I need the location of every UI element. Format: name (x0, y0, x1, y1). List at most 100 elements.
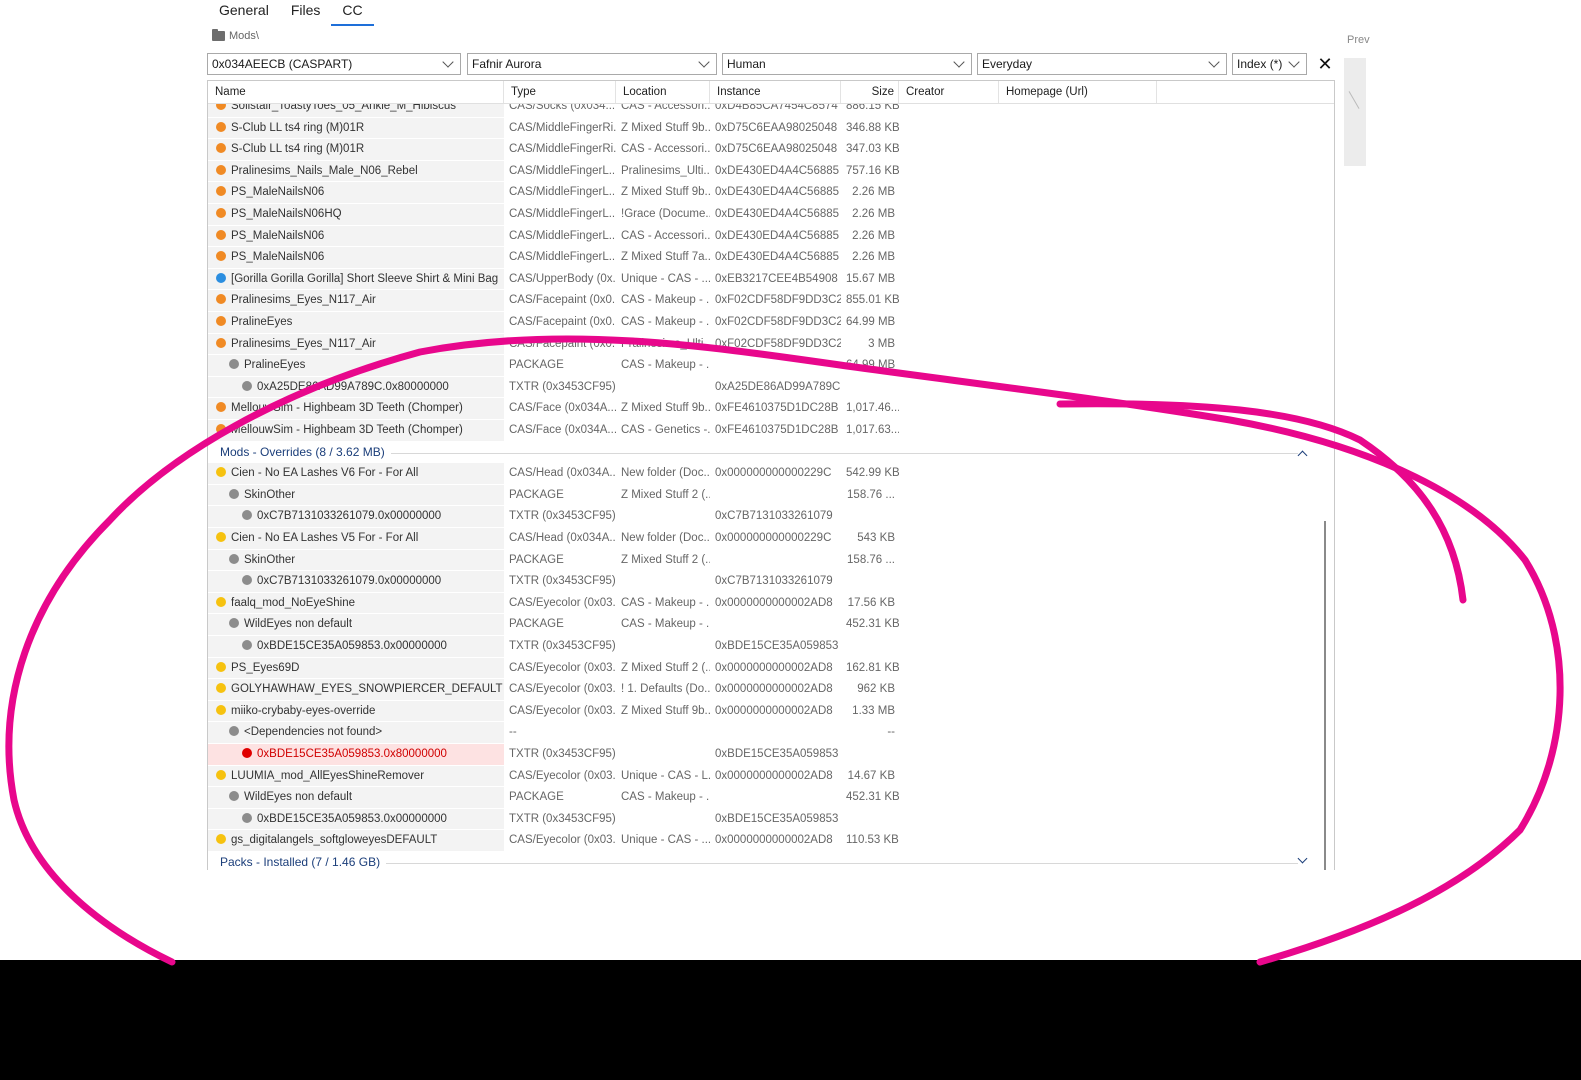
tab-general[interactable]: General (208, 0, 280, 24)
table-row[interactable]: PS_MaleNailsN06CAS/MiddleFingerL...Z Mix… (208, 247, 1334, 269)
close-icon[interactable]: ✕ (1316, 54, 1334, 74)
vertical-scrollbar[interactable] (1324, 521, 1326, 870)
item-name: PS_MaleNailsN06 (231, 251, 324, 263)
table-row[interactable]: GOLYHAWHAW_EYES_SNOWPIERCER_DEFAULTCAS/E… (208, 679, 1334, 701)
table-row[interactable]: Pralinesims_Eyes_N117_AirCAS/Facepaint (… (208, 290, 1334, 312)
cell-name: PralineEyes (208, 312, 504, 334)
breadcrumb-path[interactable]: Mods\ (229, 30, 259, 42)
table-row[interactable]: 0xC7B7131033261079.0x00000000TXTR (0x345… (208, 571, 1334, 593)
cell-size: 1,017.46... (841, 398, 899, 420)
table-row[interactable]: S-Club LL ts4 ring (M)01RCAS/MiddleFinge… (208, 118, 1334, 140)
cell-name: Cien - No EA Lashes V5 For - For All (208, 528, 504, 550)
cell-name: Cien - No EA Lashes V6 For - For All (208, 463, 504, 485)
table-row[interactable]: gs_digitalangels_softgloweyesDEFAULTCAS/… (208, 830, 1334, 852)
cell-instance: 0xBDE15CE35A059853 (710, 744, 841, 766)
column-header-homepage[interactable]: Homepage (Url) (999, 81, 1157, 103)
cell-type: CAS/MiddleFingerL... (504, 226, 616, 248)
status-dot-icon (216, 273, 226, 283)
table-row[interactable]: 0xBDE15CE35A059853.0x00000000TXTR (0x345… (208, 809, 1334, 831)
cell-location (616, 506, 710, 528)
cell-type: CAS/Face (0x034A... (504, 420, 616, 442)
cell-instance: 0x0000000000002AD8 (710, 679, 841, 701)
item-name: 0xC7B7131033261079.0x00000000 (257, 510, 441, 522)
item-name: Pralinesims_Nails_Male_N06_Rebel (231, 165, 418, 177)
table-row[interactable]: 0xBDE15CE35A059853.0x00000000TXTR (0x345… (208, 636, 1334, 658)
cell-location: Pralinesims_Ulti... (616, 161, 710, 183)
item-name: WildEyes non default (244, 618, 352, 630)
cell-name: PralineEyes (208, 355, 504, 377)
table-row[interactable]: PS_MaleNailsN06CAS/MiddleFingerL...CAS -… (208, 226, 1334, 248)
cell-name: LUUMIA_mod_AllEyesShineRemover (208, 766, 504, 788)
table-row[interactable]: LUUMIA_mod_AllEyesShineRemoverCAS/Eyecol… (208, 766, 1334, 788)
table-row[interactable]: <Dependencies not found>---- (208, 722, 1334, 744)
table-row[interactable]: SkinOtherPACKAGEZ Mixed Stuff 2 (...158.… (208, 550, 1334, 572)
item-name: 0xBDE15CE35A059853.0x00000000 (257, 813, 447, 825)
cell-instance (710, 614, 841, 636)
cell-name: S-Club LL ts4 ring (M)01R (208, 118, 504, 140)
cell-type: CAS/Face (0x034A... (504, 398, 616, 420)
table-row[interactable]: PS_MaleNailsN06HQCAS/MiddleFingerL...!Gr… (208, 204, 1334, 226)
column-header-instance[interactable]: Instance (710, 81, 841, 103)
tab-cc[interactable]: CC (331, 0, 373, 26)
group-header[interactable]: Mods - Overrides (8 / 3.62 MB) (208, 442, 1334, 464)
cc-list[interactable]: Name Type Location Instance Size Creator… (207, 80, 1335, 870)
table-row[interactable]: WildEyes non defaultPACKAGECAS - Makeup … (208, 787, 1334, 809)
cell-location: Z Mixed Stuff 9b... (616, 701, 710, 723)
outfit-category-select[interactable]: Everyday (977, 53, 1227, 75)
tab-files[interactable]: Files (280, 0, 332, 24)
cell-instance: 0xBDE15CE35A059853 (710, 636, 841, 658)
column-header-location[interactable]: Location (616, 81, 710, 103)
column-header-name[interactable]: Name (208, 81, 504, 103)
status-dot-icon (216, 143, 226, 153)
preview-label: Prev (1347, 34, 1370, 46)
table-row[interactable]: [Gorilla Gorilla Gorilla] Short Sleeve S… (208, 269, 1334, 291)
status-dot-icon (216, 683, 226, 693)
cell-size (841, 571, 899, 593)
cell-instance: 0x000000000000229C (710, 528, 841, 550)
table-row[interactable]: faalq_mod_NoEyeShineCAS/Eyecolor (0x03..… (208, 593, 1334, 615)
table-row[interactable]: Pralinesims_Eyes_N117_AirCAS/Facepaint (… (208, 334, 1334, 356)
column-header-row: Name Type Location Instance Size Creator… (208, 81, 1334, 104)
table-row[interactable]: SkinOtherPACKAGEZ Mixed Stuff 2 (...158.… (208, 485, 1334, 507)
cell-size: 14.67 KB (841, 766, 899, 788)
status-dot-icon (216, 186, 226, 196)
index-select[interactable]: Index (*) (1232, 53, 1307, 75)
table-row[interactable]: PS_MaleNailsN06CAS/MiddleFingerL...Z Mix… (208, 182, 1334, 204)
cell-type: CAS/MiddleFingerL... (504, 182, 616, 204)
table-row[interactable]: 0xBDE15CE35A059853.0x80000000TXTR (0x345… (208, 744, 1334, 766)
chevron-up-icon[interactable] (1298, 450, 1308, 460)
item-name: S-Club LL ts4 ring (M)01R (231, 122, 364, 134)
table-row[interactable]: 0xA25DE86AD99A789C.0x80000000TXTR (0x345… (208, 377, 1334, 399)
table-row[interactable]: PralineEyesCAS/Facepaint (0x0...CAS - Ma… (208, 312, 1334, 334)
column-header-size[interactable]: Size (841, 81, 899, 103)
cell-instance: 0xF02CDF58DF9DD3C2 (710, 290, 841, 312)
table-row[interactable]: 0xC7B7131033261079.0x00000000TXTR (0x345… (208, 506, 1334, 528)
cell-size: 64.99 MB (841, 355, 899, 377)
table-row[interactable]: MellouwSim - Highbeam 3D Teeth (Chomper)… (208, 398, 1334, 420)
cell-size: 15.67 MB (841, 269, 899, 291)
table-row[interactable]: S-Club LL ts4 ring (M)01RCAS/MiddleFinge… (208, 139, 1334, 161)
table-row[interactable]: PS_Eyes69DCAS/Eyecolor (0x03...Z Mixed S… (208, 658, 1334, 680)
outfit-name-select[interactable]: Fafnir Aurora (467, 53, 717, 75)
table-row[interactable]: Cien - No EA Lashes V5 For - For AllCAS/… (208, 528, 1334, 550)
table-row[interactable]: MellouwSim - Highbeam 3D Teeth (Chomper)… (208, 420, 1334, 442)
table-row[interactable]: miiko-crybaby-eyes-overrideCAS/Eyecolor … (208, 701, 1334, 723)
item-name: Cien - No EA Lashes V6 For - For All (231, 467, 418, 479)
resource-type-select[interactable]: 0x034AEECB (CASPART) (207, 53, 461, 75)
table-row[interactable]: Cien - No EA Lashes V6 For - For AllCAS/… (208, 463, 1334, 485)
species-select[interactable]: Human (722, 53, 972, 75)
column-header-type[interactable]: Type (504, 81, 616, 103)
chevron-down-icon (1208, 56, 1219, 67)
group-header[interactable]: Packs - Installed (7 / 1.46 GB) (208, 852, 1334, 870)
cell-instance: 0x0000000000002AD8 (710, 830, 841, 852)
cell-name: SkinOther (208, 485, 504, 507)
table-row[interactable]: PralineEyesPACKAGECAS - Makeup - ...64.9… (208, 355, 1334, 377)
cell-instance: 0xDE430ED4A4C56885 (710, 204, 841, 226)
cell-type: -- (504, 722, 616, 744)
table-row[interactable]: Pralinesims_Nails_Male_N06_RebelCAS/Midd… (208, 161, 1334, 183)
breadcrumb: Mods\ (212, 30, 259, 42)
chevron-down-icon[interactable] (1298, 854, 1308, 864)
species-value: Human (727, 57, 951, 71)
column-header-creator[interactable]: Creator (899, 81, 999, 103)
table-row[interactable]: WildEyes non defaultPACKAGECAS - Makeup … (208, 614, 1334, 636)
